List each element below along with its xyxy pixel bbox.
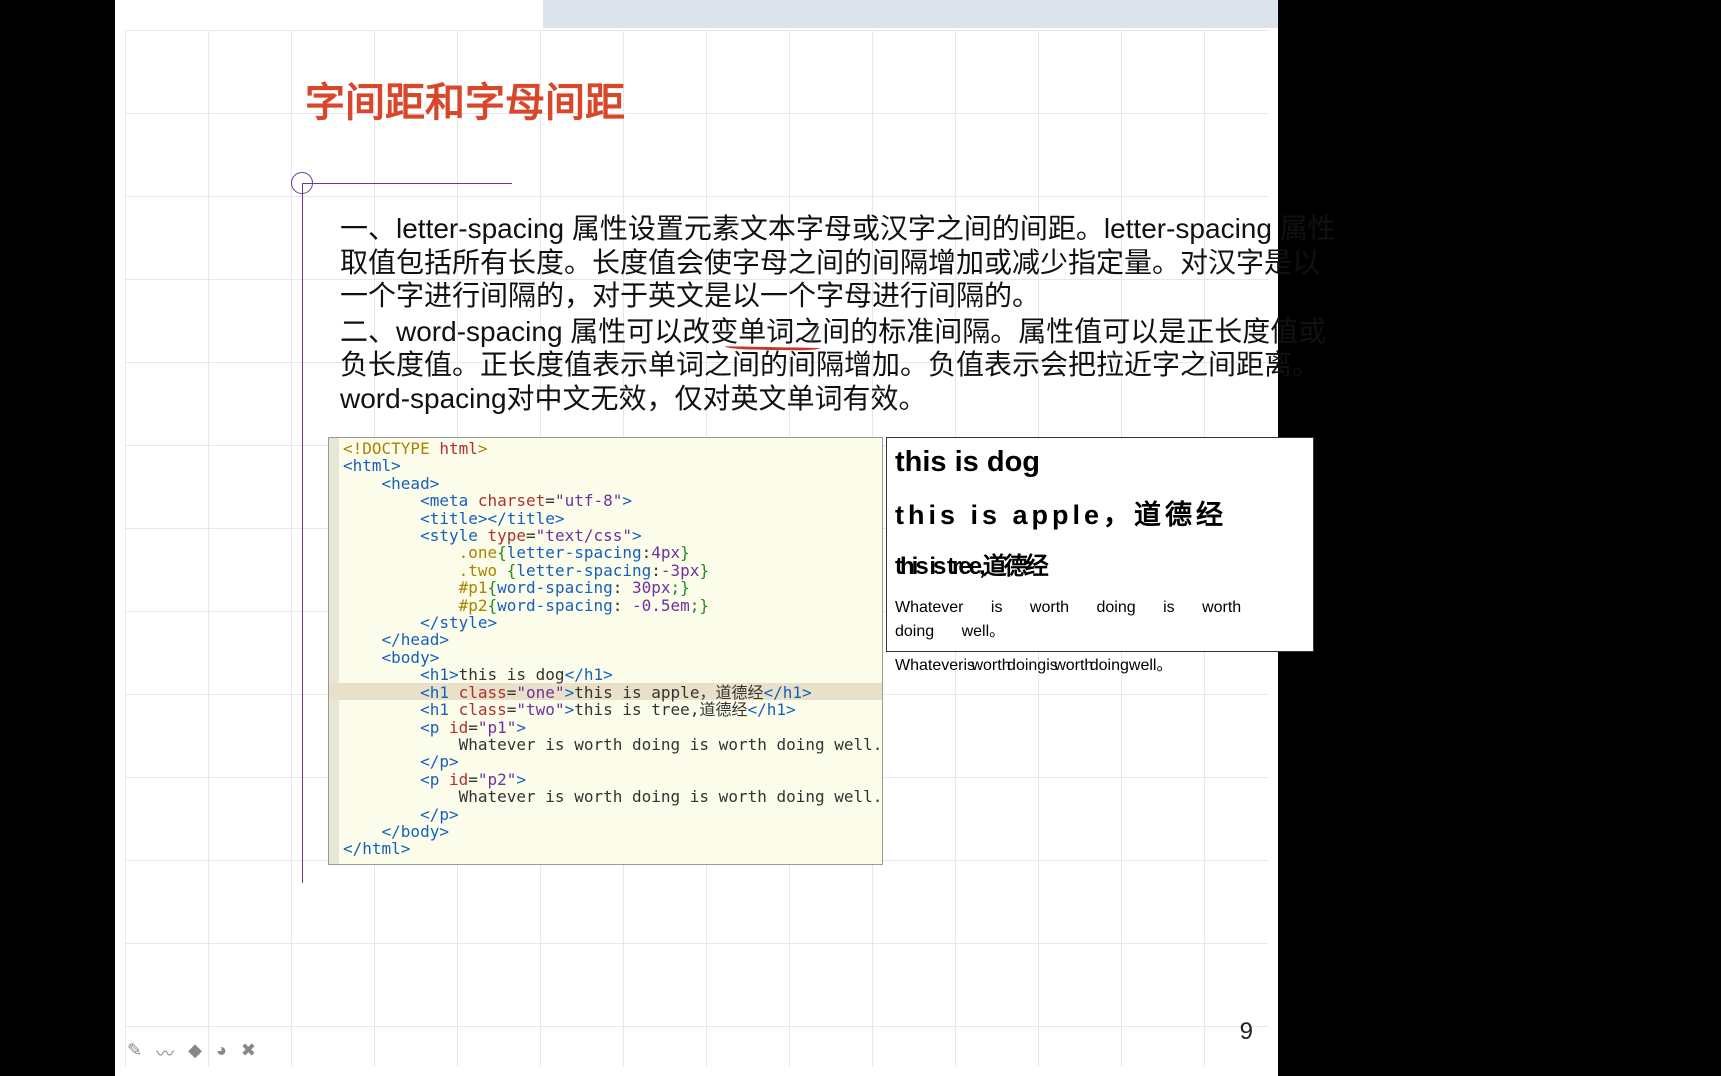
render-h1-letterspacing-neg: this is tree,道德经 [895, 546, 1305, 581]
top-shade [543, 0, 1278, 28]
render-h1-default: this is dog [895, 446, 1305, 479]
render-h1-letterspacing-pos: this is apple，道德经 [895, 493, 1305, 532]
slide-page: 字间距和字母间距 一、letter-spacing 属性设置元素文本字母或汉字之… [115, 0, 1278, 1076]
shape-tool-icon[interactable]: ◆ [188, 1040, 202, 1066]
eraser-tool-icon[interactable]: ◕ [216, 1040, 227, 1066]
annotation-toolbar: ✎ 〰 ◆ ◕ ✖ [127, 1040, 256, 1066]
rendered-output-box: this is dog this is apple，道德经 this is tr… [886, 437, 1314, 652]
wave-tool-icon[interactable]: 〰 [156, 1040, 174, 1066]
render-p-wordspacing-pos: Whatever is worth doing is worth doing w… [895, 599, 1305, 641]
slide-title: 字间距和字母间距 [305, 70, 625, 128]
render-p-wordspacing-neg: Whateveris worth doingis worth doingwell… [895, 651, 1305, 675]
paragraph-1: 一、letter-spacing 属性设置元素文本字母或汉字之间的间距。lett… [340, 212, 1340, 313]
pen-tool-icon[interactable]: ✎ [127, 1040, 142, 1066]
corner-decoration [291, 172, 313, 194]
body-text: 一、letter-spacing 属性设置元素文本字母或汉字之间的间距。lett… [340, 212, 1340, 418]
clear-tool-icon[interactable]: ✖ [241, 1040, 256, 1066]
red-underline-annotation [725, 339, 820, 351]
code-content: <!DOCTYPE html> <html> <head> <meta char… [343, 440, 882, 858]
paragraph-2: 二、word-spacing 属性可以改变单词之间的标准间隔。属性值可以是正长度… [340, 315, 1340, 416]
page-number: 9 [1240, 1018, 1253, 1046]
code-example-box: <!DOCTYPE html> <html> <head> <meta char… [328, 437, 883, 865]
